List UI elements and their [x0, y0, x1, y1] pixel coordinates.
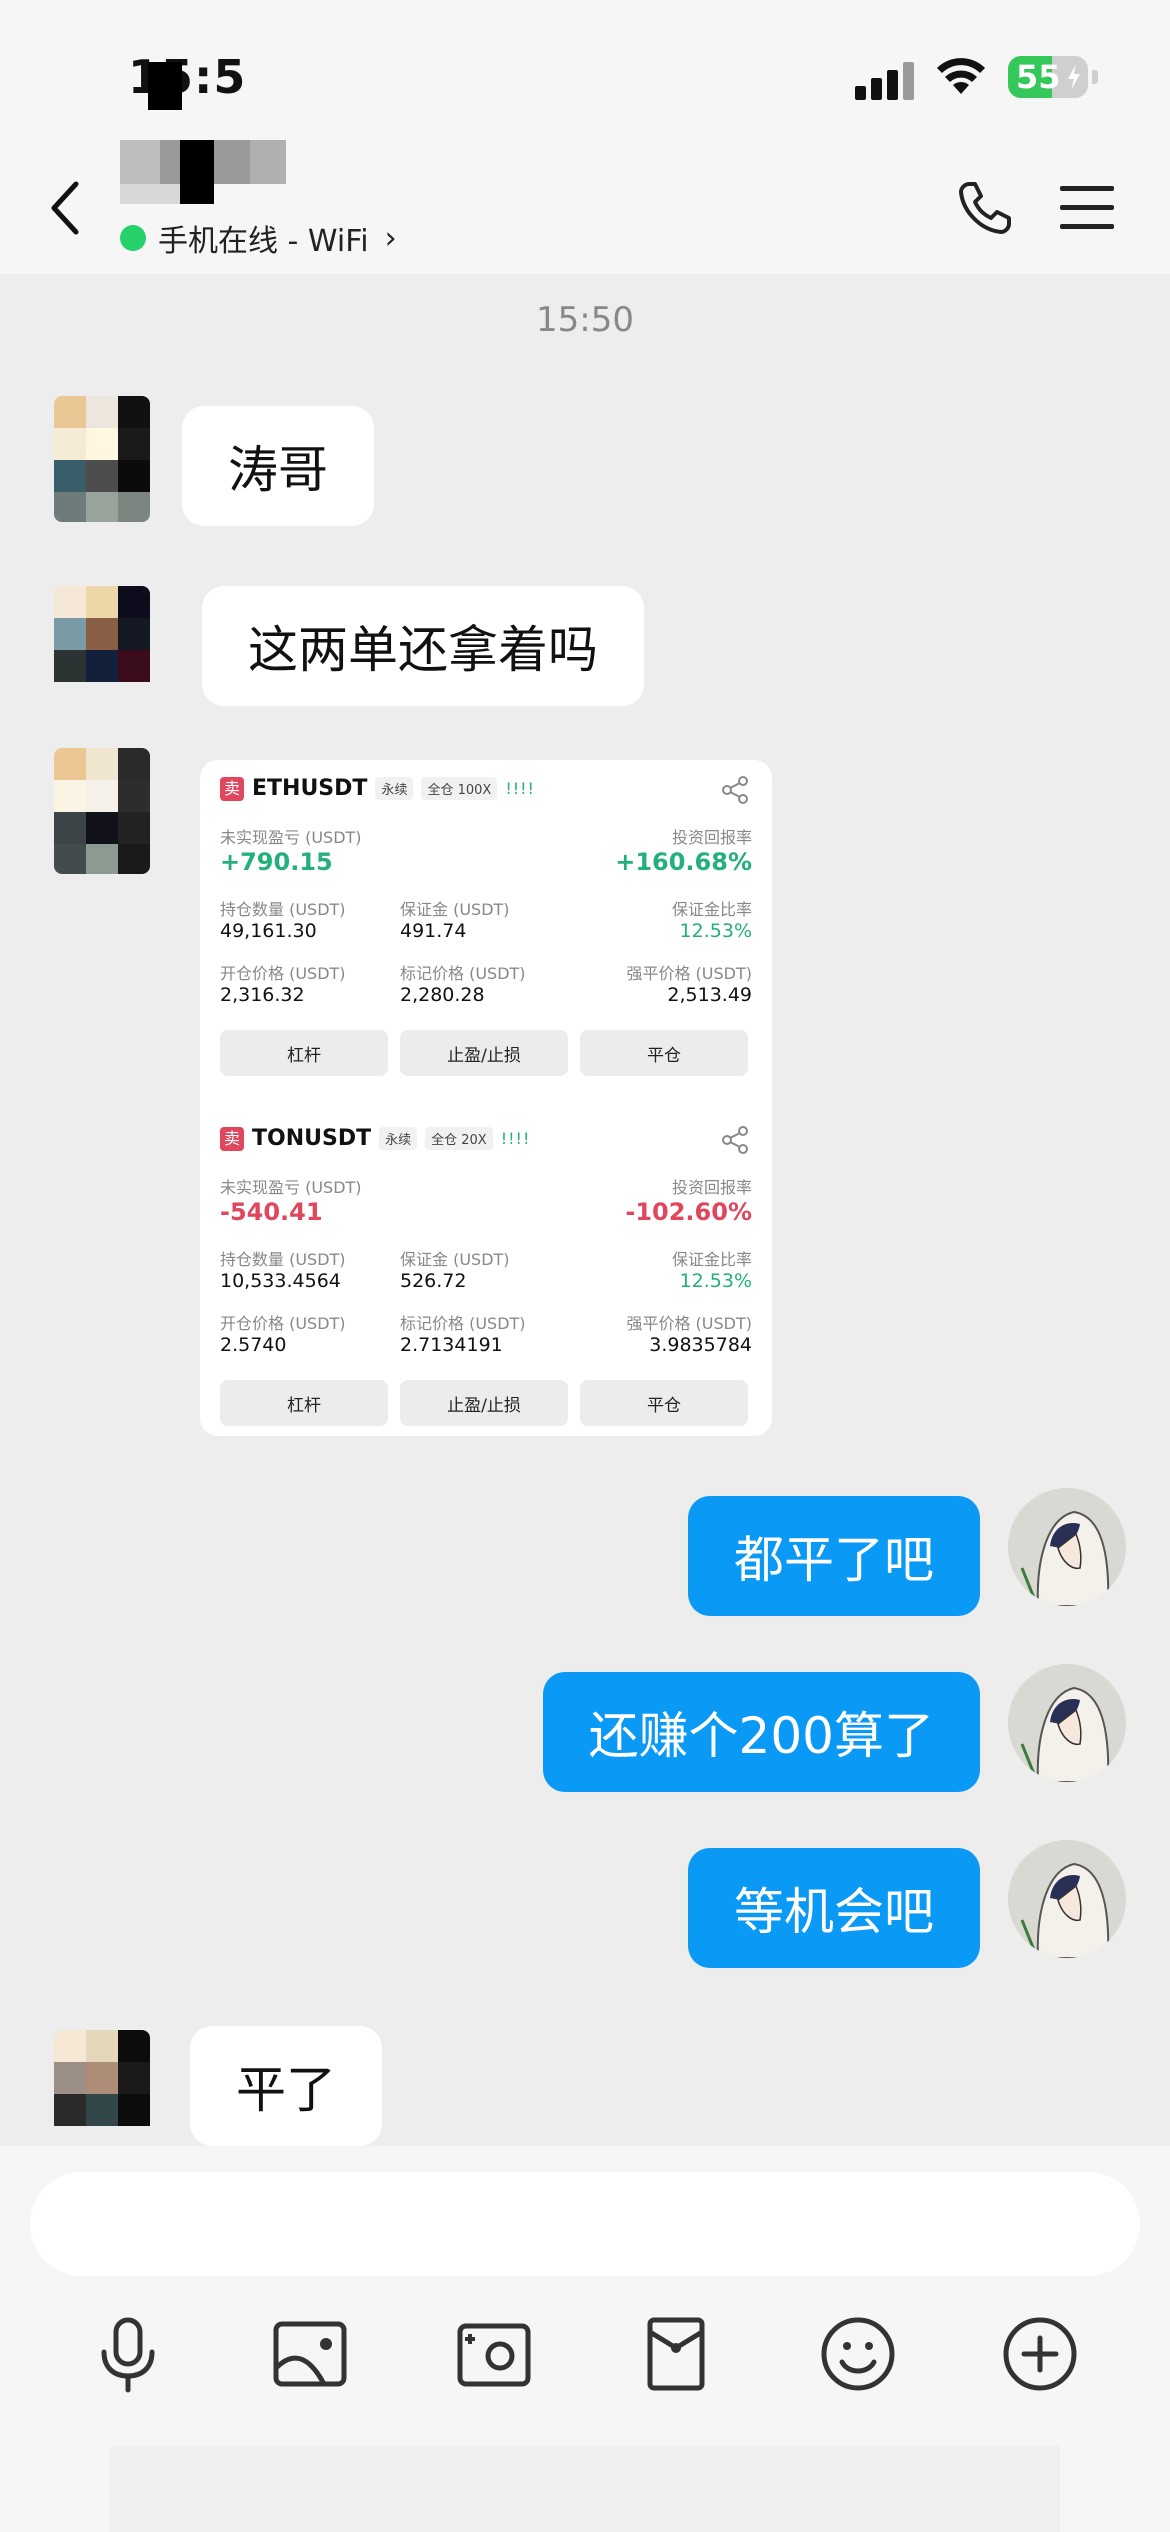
margin-mode: 全仓 20X	[425, 1127, 493, 1150]
outgoing-message[interactable]: 都平了吧	[688, 1496, 980, 1616]
entry-price: 2.5740	[220, 1334, 287, 1356]
leverage-button: 杠杆	[220, 1030, 388, 1076]
contact-avatar[interactable]	[54, 586, 150, 712]
plus-icon[interactable]	[998, 2312, 1082, 2396]
size-value: 10,533.4564	[220, 1270, 341, 1292]
microphone-icon[interactable]	[86, 2312, 170, 2396]
wifi-icon	[937, 58, 985, 94]
battery-cap	[1092, 70, 1098, 84]
message-timestamp: 15:50	[536, 300, 634, 340]
liq-price: 3.9835784	[649, 1334, 752, 1356]
roi-value: -102.60%	[625, 1198, 752, 1226]
mark-price: 2,280.28	[400, 984, 485, 1006]
red-packet-icon[interactable]	[634, 2312, 718, 2396]
share-icon	[722, 776, 748, 804]
margin-ratio-label: 保证金比率	[671, 900, 752, 919]
close-position-button: 平仓	[580, 1380, 748, 1426]
contract-type: 永续	[375, 777, 414, 800]
roi-label: 投资回报率	[671, 828, 752, 847]
camera-icon[interactable]	[452, 2312, 536, 2396]
incoming-message[interactable]: 涛哥	[182, 406, 374, 526]
pnl-label: 未实现盈亏 (USDT)	[220, 1178, 362, 1197]
sell-tag: 卖	[220, 1126, 244, 1151]
signal-icon	[855, 60, 915, 100]
liq-price: 2,513.49	[667, 984, 752, 1006]
position-card: 卖 TONUSDT 永续 全仓 20X !!!! 未实现盈亏 (USDT) 投资…	[200, 1110, 772, 1436]
incoming-message[interactable]: 平了	[190, 2026, 382, 2146]
share-icon	[722, 1126, 748, 1154]
pnl-value: +790.15	[220, 848, 333, 876]
home-indicator-area	[110, 2446, 1060, 2532]
status-bar: 15:5 55	[0, 0, 1170, 150]
emoji-icon[interactable]	[816, 2312, 900, 2396]
menu-icon[interactable]	[1058, 182, 1116, 234]
position-card: 卖 ETHUSDT 永续 全仓 100X !!!! 未实现盈亏 (USDT) 投…	[200, 760, 772, 1100]
entry-price-label: 开仓价格 (USDT)	[220, 964, 346, 983]
battery-percent: 55	[1016, 58, 1061, 96]
my-avatar[interactable]	[1008, 1488, 1126, 1606]
margin-value: 526.72	[400, 1270, 467, 1292]
chevron-right-icon: ›	[384, 220, 397, 256]
outgoing-message[interactable]: 等机会吧	[688, 1848, 980, 1968]
my-avatar[interactable]	[1008, 1664, 1126, 1782]
outgoing-message[interactable]: 还赚个200算了	[542, 1672, 980, 1792]
phone-icon[interactable]	[955, 178, 1015, 238]
incoming-message[interactable]: 这两单还拿着吗	[202, 586, 644, 706]
leverage-button: 杠杆	[220, 1380, 388, 1426]
mark-price: 2.7134191	[400, 1334, 503, 1356]
contract-type: 永续	[379, 1127, 418, 1150]
margin-value: 491.74	[400, 920, 467, 942]
close-position-button: 平仓	[580, 1030, 748, 1076]
size-label: 持仓数量 (USDT)	[220, 1250, 346, 1269]
margin-ratio-value: 12.53%	[679, 920, 752, 942]
message-input[interactable]	[30, 2172, 1140, 2276]
entry-price: 2,316.32	[220, 984, 305, 1006]
liq-price-label: 强平价格 (USDT)	[626, 964, 752, 983]
redaction-block	[148, 62, 182, 110]
size-value: 49,161.30	[220, 920, 317, 942]
trading-pair: ETHUSDT	[252, 776, 368, 801]
image-icon[interactable]	[268, 2312, 352, 2396]
my-avatar[interactable]	[1008, 1840, 1126, 1958]
liq-price-label: 强平价格 (USDT)	[626, 1314, 752, 1333]
pnl-label: 未实现盈亏 (USDT)	[220, 828, 362, 847]
contact-avatar[interactable]	[54, 396, 150, 522]
online-dot	[120, 225, 146, 251]
margin-ratio-value: 12.53%	[679, 1270, 752, 1292]
adl-indicator: !!!!	[505, 779, 535, 798]
entry-price-label: 开仓价格 (USDT)	[220, 1314, 346, 1333]
mark-price-label: 标记价格 (USDT)	[400, 1314, 526, 1333]
trading-pair: TONUSDT	[252, 1126, 372, 1151]
margin-label: 保证金 (USDT)	[400, 1250, 510, 1269]
chat-area[interactable]: 15:50 涛哥 这两单还拿着吗 卖 ETHUSDT 永续 全仓 100X !!…	[0, 274, 1170, 2156]
status-time: 15:5	[128, 50, 247, 104]
margin-label: 保证金 (USDT)	[400, 900, 510, 919]
presence-text: 手机在线 - WiFi	[158, 224, 369, 259]
contact-avatar[interactable]	[54, 748, 150, 874]
tpsl-button: 止盈/止损	[400, 1030, 568, 1076]
back-icon[interactable]	[42, 178, 88, 238]
pnl-value: -540.41	[220, 1198, 323, 1226]
size-label: 持仓数量 (USDT)	[220, 900, 346, 919]
sell-tag: 卖	[220, 776, 244, 801]
contact-avatar[interactable]	[54, 2030, 150, 2156]
mark-price-label: 标记价格 (USDT)	[400, 964, 526, 983]
battery-icon: 55	[1008, 56, 1088, 98]
margin-mode: 全仓 100X	[421, 777, 498, 800]
presence-status[interactable]: 手机在线 - WiFi ›	[120, 216, 397, 260]
adl-indicator: !!!!	[500, 1129, 531, 1148]
roi-value: +160.68%	[615, 848, 752, 876]
tpsl-button: 止盈/止损	[400, 1380, 568, 1426]
roi-label: 投资回报率	[671, 1178, 752, 1197]
position-screenshot[interactable]: 卖 ETHUSDT 永续 全仓 100X !!!! 未实现盈亏 (USDT) 投…	[200, 760, 772, 1436]
chat-header: 手机在线 - WiFi ›	[0, 140, 1170, 274]
margin-ratio-label: 保证金比率	[671, 1250, 752, 1269]
